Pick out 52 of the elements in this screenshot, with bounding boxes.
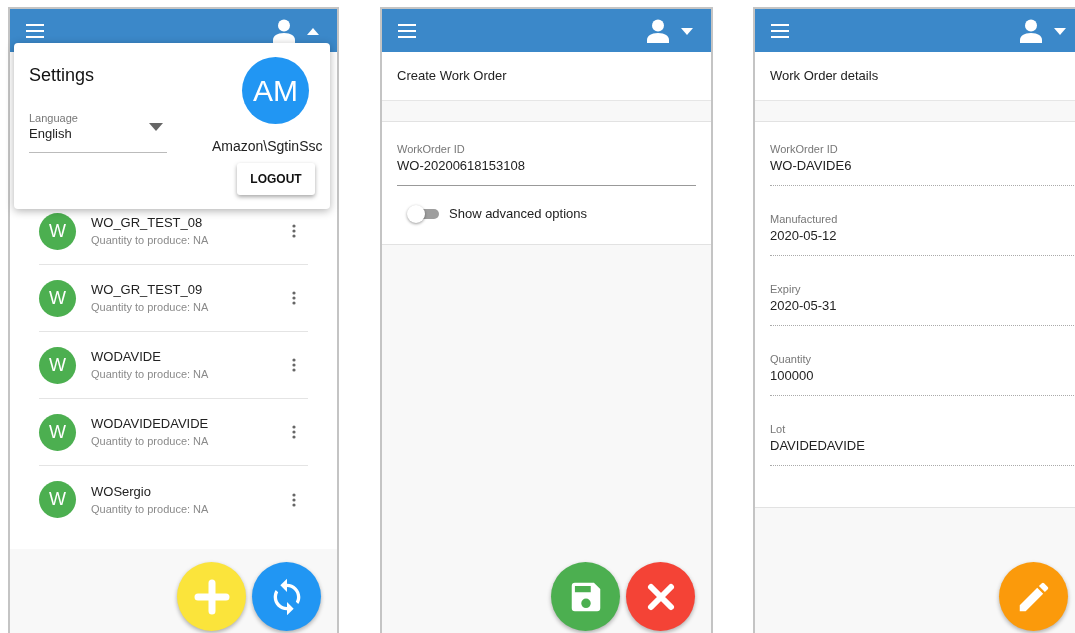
toggle-label: Show advanced options	[449, 205, 588, 223]
item-title: WOSergio	[91, 482, 152, 501]
more-icon[interactable]	[292, 224, 296, 238]
popup-title: Settings	[29, 64, 95, 87]
item-subtitle: Quantity to produce: NA	[91, 300, 210, 315]
menu-icon[interactable]	[26, 23, 44, 38]
item-subtitle: Quantity to produce: NA	[91, 367, 210, 382]
edit-button[interactable]	[999, 562, 1068, 631]
item-title: WODAVIDE	[91, 348, 162, 366]
user-icon[interactable]	[273, 18, 295, 43]
username: Amazon\SgtinSsc	[212, 137, 323, 156]
item-title: WO_GR_TEST_08	[91, 214, 204, 232]
profile-avatar: AM	[242, 57, 309, 124]
avatar: W	[39, 481, 76, 518]
item-subtitle: Quantity to produce: NA	[91, 233, 210, 248]
avatar: W	[39, 212, 76, 250]
toggle-switch[interactable]	[407, 204, 439, 223]
item-title: WO_GR_TEST_09	[91, 281, 204, 299]
plus-icon	[193, 578, 230, 615]
page-title: Work Order details	[770, 67, 879, 86]
save-button[interactable]	[551, 562, 620, 631]
detail-field: Quantity 100000	[770, 352, 1075, 396]
item-subtitle: Quantity to produce: NA	[91, 501, 210, 517]
work-order-item[interactable]: W WOSergio Quantity to produce: NA	[39, 466, 308, 533]
menu-icon[interactable]	[771, 23, 789, 38]
menu-icon[interactable]	[398, 23, 416, 38]
more-icon[interactable]	[292, 425, 296, 439]
user-icon[interactable]	[647, 18, 669, 43]
item-subtitle: Quantity to produce: NA	[91, 434, 210, 449]
dropdown-caret-icon	[149, 123, 163, 131]
close-icon	[645, 581, 676, 612]
input-field[interactable]: WorkOrder ID WO-20200618153108	[397, 142, 696, 186]
detail-field: Manufactured 2020-05-12	[770, 212, 1075, 256]
avatar: W	[39, 413, 76, 451]
detail-field: Expiry 2020-05-31	[770, 282, 1075, 326]
page-title: Create Work Order	[397, 67, 507, 86]
refresh-button[interactable]	[252, 562, 321, 631]
detail-field: WorkOrder ID WO-DAVIDE6	[770, 142, 1075, 186]
logout-button[interactable]: LOGOUT	[237, 163, 315, 195]
item-title: WODAVIDEDAVIDE	[91, 415, 210, 433]
avatar: W	[39, 346, 76, 384]
work-order-item[interactable]: W WO_GR_TEST_09 Quantity to produce: NA	[39, 265, 308, 332]
work-order-item[interactable]: W WODAVIDEDAVIDE Quantity to produce: NA	[39, 399, 308, 466]
more-icon[interactable]	[292, 492, 296, 507]
language-select[interactable]: Language English	[29, 111, 167, 153]
more-icon[interactable]	[292, 291, 296, 305]
more-icon[interactable]	[292, 358, 296, 372]
cancel-button[interactable]	[626, 562, 695, 631]
user-icon[interactable]	[1020, 18, 1042, 43]
detail-field: Lot DAVIDEDAVIDE	[770, 422, 1075, 466]
avatar: W	[39, 279, 76, 317]
work-order-item[interactable]: W WODAVIDE Quantity to produce: NA	[39, 332, 308, 399]
